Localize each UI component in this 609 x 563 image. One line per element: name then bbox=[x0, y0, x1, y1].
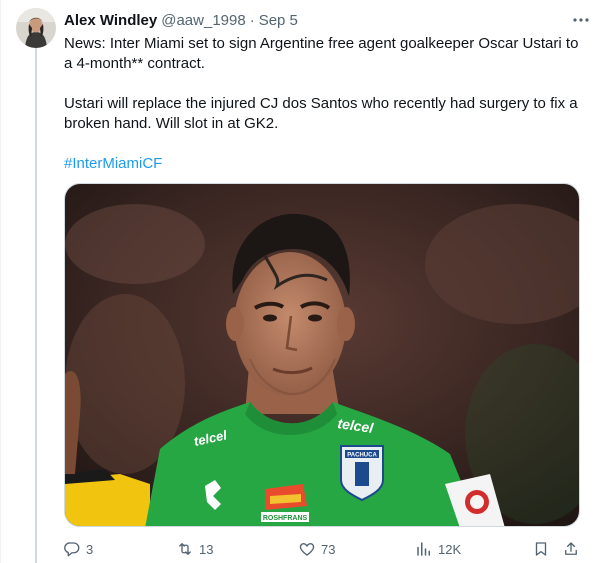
repost-button[interactable]: 13 bbox=[176, 538, 213, 560]
tweet-header: Alex Windley @aaw_1998 · Sep 5 bbox=[64, 10, 593, 30]
thread-connector-line bbox=[35, 48, 37, 563]
tweet-paragraph-2: Ustari will replace the injured CJ dos S… bbox=[64, 95, 578, 132]
views-count: 12K bbox=[438, 541, 462, 557]
separator-dot: · bbox=[249, 11, 255, 29]
author-name[interactable]: Alex Windley bbox=[64, 12, 157, 29]
hashtag-link[interactable]: #InterMiamiCF bbox=[64, 155, 162, 172]
more-icon bbox=[573, 18, 589, 22]
reply-icon bbox=[64, 542, 80, 557]
reply-count: 3 bbox=[86, 541, 94, 557]
shirt-brand-text: ROSHFRANS bbox=[263, 515, 308, 522]
tweet-actions: 3 13 73 12K bbox=[58, 538, 584, 560]
tweet-date[interactable]: Sep 5 bbox=[259, 12, 298, 29]
avatar[interactable] bbox=[16, 8, 56, 48]
timeline-border bbox=[0, 0, 1, 563]
share-icon bbox=[565, 542, 577, 555]
like-count: 73 bbox=[321, 541, 336, 557]
tweet-paragraph-1: News: Inter Miami set to sign Argentine … bbox=[64, 35, 579, 72]
repost-count: 13 bbox=[199, 541, 214, 557]
like-icon bbox=[299, 543, 315, 556]
crest-text: PACHUCA bbox=[347, 453, 377, 459]
share-button[interactable] bbox=[562, 538, 580, 560]
bookmark-icon bbox=[535, 542, 547, 556]
views-icon bbox=[417, 542, 430, 556]
more-options-button[interactable] bbox=[571, 10, 591, 30]
tweet-photo[interactable]: ROSHFRANS telcel telcel PACHUCA bbox=[64, 183, 580, 527]
repost-icon bbox=[179, 543, 191, 555]
reply-button[interactable]: 3 bbox=[63, 538, 93, 560]
author-handle[interactable]: @aaw_1998 bbox=[161, 12, 245, 29]
bookmark-button[interactable] bbox=[532, 538, 550, 560]
views-button[interactable]: 12K bbox=[415, 538, 461, 560]
like-button[interactable]: 73 bbox=[298, 538, 335, 560]
tweet-text: News: Inter Miami set to sign Argentine … bbox=[64, 34, 584, 174]
